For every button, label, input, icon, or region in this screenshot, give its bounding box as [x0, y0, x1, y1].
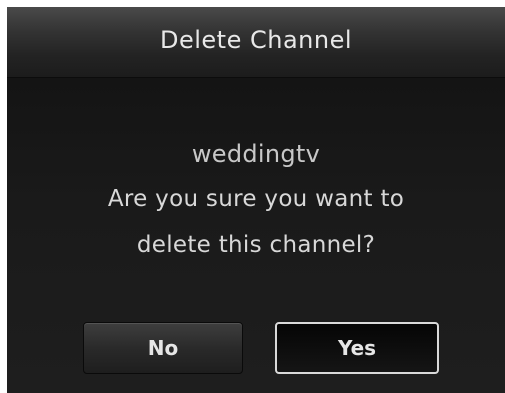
dialog-body: weddingtv Are you sure you want to delet…	[7, 78, 505, 393]
dialog-titlebar: Delete Channel	[7, 7, 505, 78]
dialog-title: Delete Channel	[159, 26, 352, 54]
yes-button[interactable]: Yes	[275, 322, 439, 374]
delete-channel-dialog: Delete Channel weddingtv Are you sure yo…	[7, 7, 505, 393]
no-button[interactable]: No	[83, 322, 243, 374]
confirm-question-line-2: delete this channel?	[136, 232, 376, 258]
confirm-question-line-1: Are you sure you want to	[107, 186, 405, 212]
channel-name: weddingtv	[191, 140, 321, 168]
